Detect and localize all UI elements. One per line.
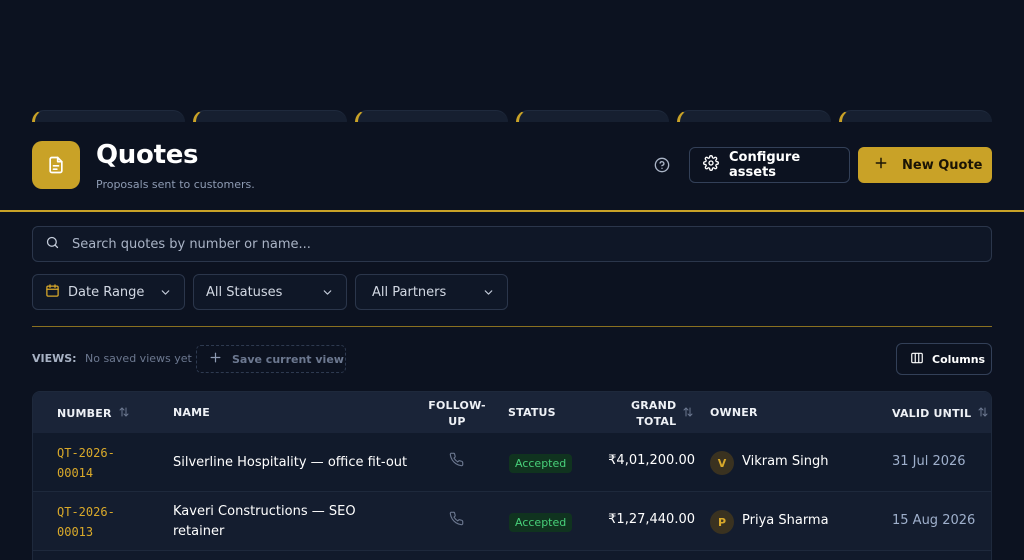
chevron-down-icon xyxy=(159,286,172,303)
table-row[interactable]: QT-2026- 00013 Kaveri Constructions — SE… xyxy=(33,492,991,551)
columns-button[interactable]: Columns xyxy=(896,343,992,375)
columns-icon xyxy=(910,351,924,368)
stat-card[interactable] xyxy=(32,110,186,122)
configure-assets-button[interactable]: Configure assets xyxy=(689,147,850,183)
quotes-table: Number Name Follow- up Status Grand Tota… xyxy=(32,391,992,560)
avatar: P xyxy=(710,510,734,534)
quote-name[interactable]: Silverline Hospitality — office fit-out xyxy=(173,453,413,473)
stat-card[interactable] xyxy=(838,110,992,122)
valid-until-date: 31 Jul 2026 xyxy=(892,454,966,469)
sort-icon xyxy=(118,406,130,421)
plus-icon xyxy=(874,156,888,174)
grand-total: ₹4,01,200.00 xyxy=(608,453,695,468)
quote-name[interactable]: Kaveri Constructions — SEO retainer xyxy=(173,502,373,542)
search-icon xyxy=(45,235,60,254)
status-badge: Accepted xyxy=(509,513,573,532)
status-filter-label: All Statuses xyxy=(206,284,283,300)
stat-card-strip xyxy=(32,110,992,122)
valid-until-date: 15 Aug 2026 xyxy=(892,513,976,528)
stat-card[interactable] xyxy=(354,110,508,122)
stat-card[interactable] xyxy=(515,110,670,122)
save-view-label: Save current view xyxy=(232,352,344,366)
phone-icon[interactable] xyxy=(449,511,464,530)
chevron-down-icon xyxy=(321,286,334,303)
stat-card[interactable] xyxy=(677,110,831,122)
column-header-number[interactable]: Number xyxy=(57,406,130,421)
new-quote-button[interactable]: New Quote xyxy=(858,147,992,183)
chevron-down-icon xyxy=(482,286,495,303)
column-header-owner[interactable]: Owner xyxy=(710,406,758,419)
partner-filter[interactable]: All Partners xyxy=(355,274,508,310)
gear-icon xyxy=(703,155,719,175)
date-range-label: Date Range xyxy=(68,284,145,300)
divider xyxy=(32,326,992,327)
column-header-name[interactable]: Name xyxy=(173,406,210,419)
views-empty-text: No saved views yet xyxy=(85,352,192,365)
new-quote-label: New Quote xyxy=(902,157,983,173)
status-filter[interactable]: All Statuses xyxy=(193,274,347,310)
status-badge: Accepted xyxy=(509,454,573,473)
stat-card[interactable] xyxy=(193,110,347,122)
quote-number[interactable]: QT-2026- 00014 xyxy=(57,443,137,483)
calendar-icon xyxy=(45,283,60,302)
page-title: Quotes xyxy=(96,140,199,170)
search-input[interactable] xyxy=(72,236,932,252)
owner-name: Priya Sharma xyxy=(742,513,829,528)
quote-number[interactable]: QT-2026- 00013 xyxy=(57,502,137,542)
table-header: Number Name Follow- up Status Grand Tota… xyxy=(33,392,991,433)
page-header: Quotes Proposals sent to customers. Conf… xyxy=(0,122,1024,212)
sort-icon xyxy=(977,406,989,421)
columns-label: Columns xyxy=(932,352,986,366)
phone-icon[interactable] xyxy=(449,452,464,471)
column-header-grand-total[interactable]: Grand Total xyxy=(631,398,694,430)
column-header-status[interactable]: Status xyxy=(508,406,556,419)
save-view-button[interactable]: Save current view xyxy=(196,345,346,373)
avatar: V xyxy=(710,451,734,475)
owner-name: Vikram Singh xyxy=(742,454,829,469)
grand-total: ₹1,27,440.00 xyxy=(608,512,695,527)
partner-filter-label: All Partners xyxy=(372,284,447,300)
column-header-follow-up: Follow- up xyxy=(428,399,486,428)
configure-assets-label: Configure assets xyxy=(729,150,801,180)
sort-icon xyxy=(682,406,694,423)
table-row[interactable]: QT-2026- 00014 Silverline Hospitality — … xyxy=(33,433,991,492)
views-label: VIEWS: xyxy=(32,352,77,365)
column-header-valid-until[interactable]: Valid Until xyxy=(892,406,989,421)
search-box[interactable] xyxy=(32,226,992,262)
date-range-filter[interactable]: Date Range xyxy=(32,274,185,310)
help-icon[interactable] xyxy=(653,156,671,174)
plus-icon xyxy=(209,351,222,367)
page-subtitle: Proposals sent to customers. xyxy=(96,178,255,191)
document-icon xyxy=(32,141,80,189)
